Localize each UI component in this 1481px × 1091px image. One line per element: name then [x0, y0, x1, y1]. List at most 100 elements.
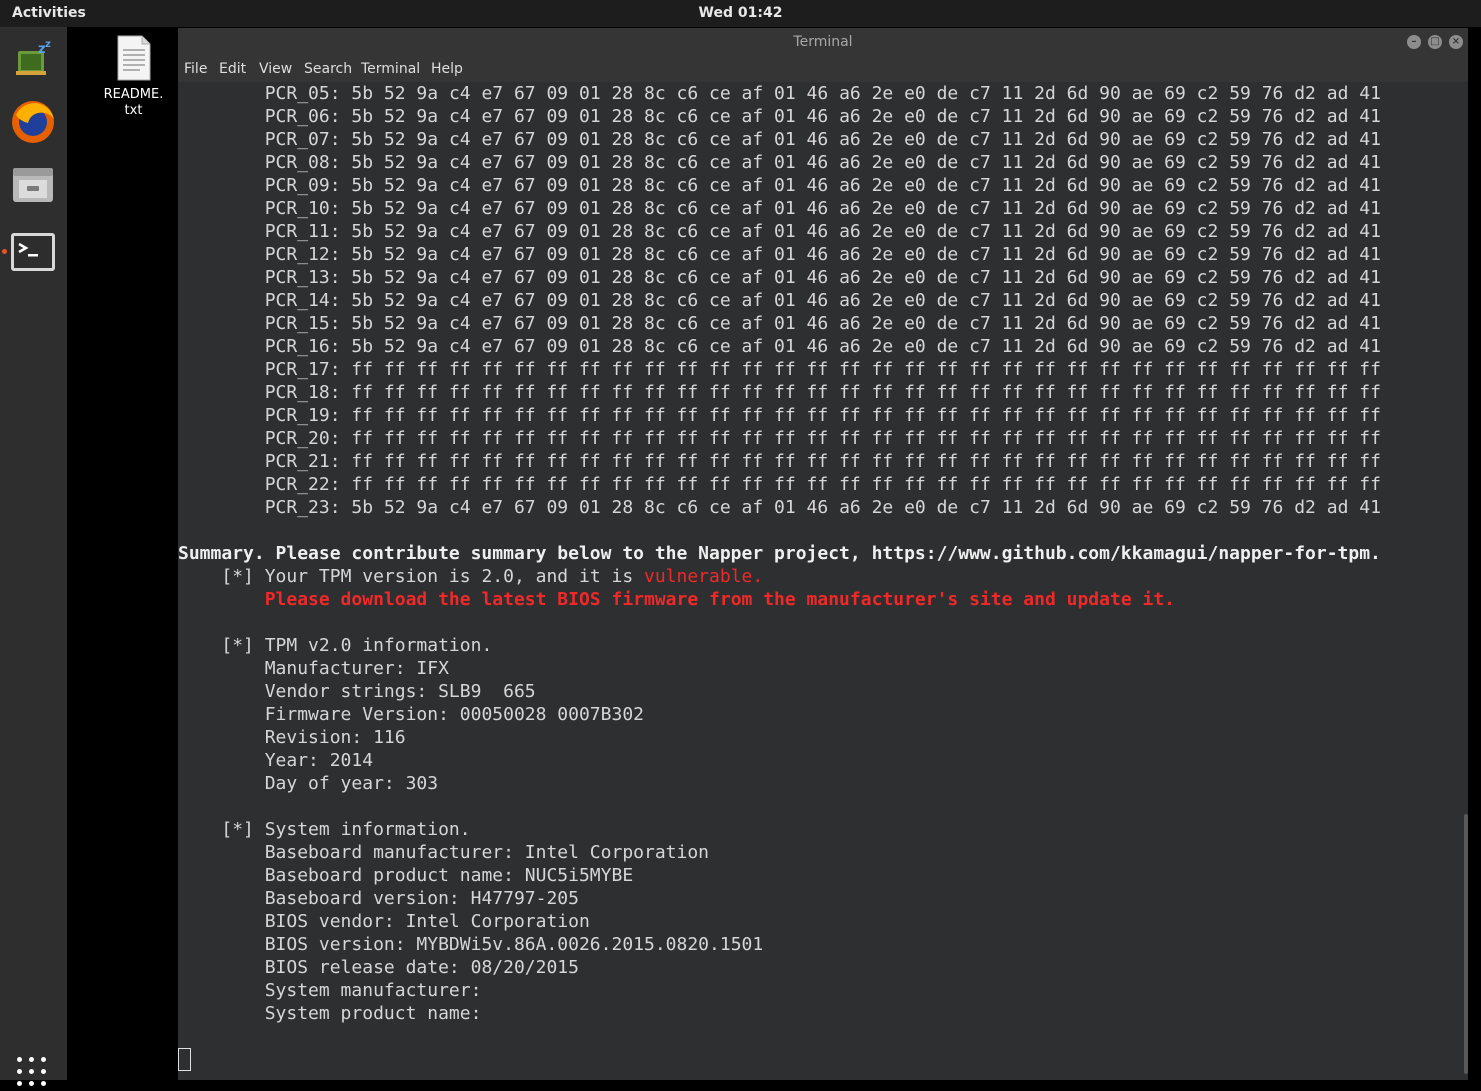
pcr-row: PCR_12: 5b 52 9a c4 e7 67 09 01 28 8c c6… [178, 244, 1381, 265]
pcr-row: PCR_18: ff ff ff ff ff ff ff ff ff ff ff… [178, 382, 1381, 403]
tpm-manufacturer: Manufacturer: IFX [264, 658, 449, 679]
minimize-button[interactable]: – [1407, 35, 1421, 49]
pcr-hex: 5b 52 9a c4 e7 67 09 01 28 8c c6 ce af 0… [351, 83, 1381, 104]
menu-edit[interactable]: Edit [219, 61, 246, 77]
menu-view[interactable]: View [259, 61, 292, 77]
system-manufacturer: System manufacturer: [264, 980, 482, 1001]
pcr-row: PCR_06: 5b 52 9a c4 e7 67 09 01 28 8c c6… [178, 106, 1381, 127]
pcr-label: PCR_23: [264, 497, 341, 518]
tpm-day-of-year: Day of year: 303 [264, 773, 439, 794]
scrollbar[interactable] [1464, 814, 1468, 1074]
terminal-output[interactable]: PCR_05: 5b 52 9a c4 e7 67 09 01 28 8c c6… [178, 82, 1468, 1080]
pcr-label: PCR_19: [264, 405, 341, 426]
tpm-revision: Revision: 116 [264, 727, 406, 748]
pcr-label: PCR_22: [264, 474, 341, 495]
pcr-label: PCR_08: [264, 152, 341, 173]
pcr-hex: 5b 52 9a c4 e7 67 09 01 28 8c c6 ce af 0… [351, 106, 1381, 127]
pcr-label: PCR_09: [264, 175, 341, 196]
pcr-row: PCR_15: 5b 52 9a c4 e7 67 09 01 28 8c c6… [178, 313, 1381, 334]
pcr-label: PCR_11: [264, 221, 341, 242]
pcr-hex: ff ff ff ff ff ff ff ff ff ff ff ff ff f… [351, 428, 1381, 449]
pcr-hex: ff ff ff ff ff ff ff ff ff ff ff ff ff f… [351, 405, 1381, 426]
pcr-hex: 5b 52 9a c4 e7 67 09 01 28 8c c6 ce af 0… [351, 221, 1381, 242]
pcr-hex: 5b 52 9a c4 e7 67 09 01 28 8c c6 ce af 0… [351, 267, 1381, 288]
pcr-row: PCR_11: 5b 52 9a c4 e7 67 09 01 28 8c c6… [178, 221, 1381, 242]
file-label: README. txt [103, 87, 164, 118]
pcr-row: PCR_19: ff ff ff ff ff ff ff ff ff ff ff… [178, 405, 1381, 426]
menu-file[interactable]: File [184, 61, 207, 77]
pcr-row: PCR_22: ff ff ff ff ff ff ff ff ff ff ff… [178, 474, 1381, 495]
pcr-label: PCR_12: [264, 244, 341, 265]
clock[interactable]: Wed 01:42 [0, 5, 1481, 21]
menu-help[interactable]: Help [431, 61, 463, 77]
tpm-info-header: [*] TPM v2.0 information. [221, 635, 493, 656]
pcr-label: PCR_18: [264, 382, 341, 403]
baseboard-product-name: Baseboard product name: NUC5i5MYBE [264, 865, 634, 886]
show-applications-icon[interactable] [17, 1057, 51, 1091]
text-cursor [178, 1048, 191, 1071]
pcr-hex: ff ff ff ff ff ff ff ff ff ff ff ff ff f… [351, 382, 1381, 403]
menu-search[interactable]: Search [304, 61, 352, 77]
close-button[interactable]: × [1449, 35, 1463, 49]
pcr-row: PCR_07: 5b 52 9a c4 e7 67 09 01 28 8c c6… [178, 129, 1381, 150]
terminal-icon[interactable] [8, 227, 58, 277]
tpm-year: Year: 2014 [264, 750, 374, 771]
desktop-file-readme[interactable]: README. txt [96, 34, 171, 119]
pcr-row: PCR_23: 5b 52 9a c4 e7 67 09 01 28 8c c6… [178, 497, 1381, 518]
terminal-window: Terminal – □ × File Edit View Search Ter… [178, 28, 1468, 1080]
firefox-icon[interactable] [8, 97, 58, 147]
bios-vendor: BIOS vendor: Intel Corporation [264, 911, 590, 932]
baseboard-version: Baseboard version: H47797-205 [264, 888, 579, 909]
pcr-label: PCR_20: [264, 428, 341, 449]
pcr-label: PCR_06: [264, 106, 341, 127]
system-monitor-icon[interactable]: z z [8, 35, 58, 85]
dock: z z [0, 27, 67, 1086]
pcr-label: PCR_21: [264, 451, 341, 472]
svg-text:z: z [45, 39, 51, 50]
pcr-row: PCR_13: 5b 52 9a c4 e7 67 09 01 28 8c c6… [178, 267, 1381, 288]
pcr-hex: 5b 52 9a c4 e7 67 09 01 28 8c c6 ce af 0… [351, 313, 1381, 334]
pcr-row: PCR_09: 5b 52 9a c4 e7 67 09 01 28 8c c6… [178, 175, 1381, 196]
pcr-row: PCR_17: ff ff ff ff ff ff ff ff ff ff ff… [178, 359, 1381, 380]
running-indicator [2, 249, 7, 254]
pcr-hex: ff ff ff ff ff ff ff ff ff ff ff ff ff f… [351, 359, 1381, 380]
pcr-values: PCR_05: 5b 52 9a c4 e7 67 09 01 28 8c c6… [178, 83, 1381, 518]
pcr-row: PCR_21: ff ff ff ff ff ff ff ff ff ff ff… [178, 451, 1381, 472]
pcr-hex: 5b 52 9a c4 e7 67 09 01 28 8c c6 ce af 0… [351, 129, 1381, 150]
pcr-label: PCR_13: [264, 267, 341, 288]
maximize-button[interactable]: □ [1428, 35, 1442, 49]
tpm-firmware-version: Firmware Version: 00050028 0007B302 [264, 704, 644, 725]
pcr-hex: 5b 52 9a c4 e7 67 09 01 28 8c c6 ce af 0… [351, 497, 1381, 518]
vulnerability-status: [*] Your TPM version is 2.0, and it is v… [221, 566, 764, 587]
files-icon[interactable] [8, 160, 58, 210]
pcr-row: PCR_05: 5b 52 9a c4 e7 67 09 01 28 8c c6… [178, 83, 1381, 104]
pcr-label: PCR_10: [264, 198, 341, 219]
pcr-row: PCR_14: 5b 52 9a c4 e7 67 09 01 28 8c c6… [178, 290, 1381, 311]
pcr-label: PCR_07: [264, 129, 341, 150]
menu-bar: File Edit View Search Terminal Help [178, 58, 1468, 82]
pcr-hex: 5b 52 9a c4 e7 67 09 01 28 8c c6 ce af 0… [351, 244, 1381, 265]
pcr-label: PCR_17: [264, 359, 341, 380]
summary-line: Summary. Please contribute summary below… [178, 543, 1381, 564]
pcr-hex: 5b 52 9a c4 e7 67 09 01 28 8c c6 ce af 0… [351, 175, 1381, 196]
pcr-hex: 5b 52 9a c4 e7 67 09 01 28 8c c6 ce af 0… [351, 290, 1381, 311]
baseboard-manufacturer: Baseboard manufacturer: Intel Corporatio… [264, 842, 710, 863]
bios-release-date: BIOS release date: 08/20/2015 [264, 957, 579, 978]
pcr-row: PCR_08: 5b 52 9a c4 e7 67 09 01 28 8c c6… [178, 152, 1381, 173]
pcr-label: PCR_14: [264, 290, 341, 311]
bios-version: BIOS version: MYBDWi5v.86A.0026.2015.082… [264, 934, 764, 955]
menu-terminal[interactable]: Terminal [361, 61, 420, 77]
title-bar[interactable]: Terminal – □ × [178, 28, 1468, 58]
vulnerable-label: vulnerable. [644, 566, 764, 587]
pcr-hex: 5b 52 9a c4 e7 67 09 01 28 8c c6 ce af 0… [351, 336, 1381, 357]
window-title: Terminal [793, 34, 853, 50]
pcr-row: PCR_10: 5b 52 9a c4 e7 67 09 01 28 8c c6… [178, 198, 1381, 219]
top-bar: Activities Wed 01:42 [0, 0, 1481, 27]
pcr-label: PCR_05: [264, 83, 341, 104]
pcr-hex: ff ff ff ff ff ff ff ff ff ff ff ff ff f… [351, 451, 1381, 472]
pcr-row: PCR_16: 5b 52 9a c4 e7 67 09 01 28 8c c6… [178, 336, 1381, 357]
tpm-vendor-strings: Vendor strings: SLB9 665 [264, 681, 536, 702]
system-info-header: [*] System information. [221, 819, 471, 840]
pcr-row: PCR_20: ff ff ff ff ff ff ff ff ff ff ff… [178, 428, 1381, 449]
text-file-icon [117, 35, 150, 81]
